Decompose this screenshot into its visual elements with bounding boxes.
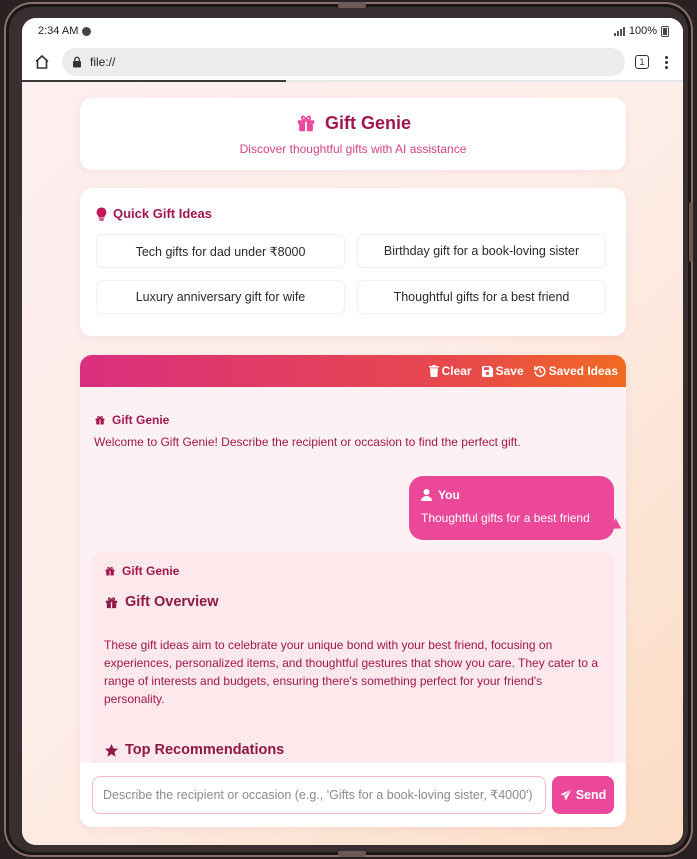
chat-panel: Clear Save Saved Ideas Gift Genie Welcom…	[80, 355, 626, 827]
quick-idea-button[interactable]: Tech gifts for dad under ₹8000	[96, 234, 345, 268]
welcome-text: Welcome to Gift Genie! Describe the reci…	[94, 435, 521, 449]
quick-ideas-title: Quick Gift Ideas	[113, 206, 212, 221]
quick-ideas-grid: Tech gifts for dad under ₹8000 Birthday …	[96, 234, 610, 314]
clear-button[interactable]: Clear	[428, 364, 472, 378]
saved-ideas-button[interactable]: Saved Ideas	[533, 364, 618, 378]
lightbulb-icon	[96, 206, 107, 221]
user-icon	[421, 489, 432, 501]
signal-icon	[613, 26, 625, 36]
star-icon	[104, 743, 119, 757]
page-content: Gift Genie Discover thoughtful gifts wit…	[22, 82, 683, 845]
save-icon	[481, 365, 493, 377]
user-message: You Thoughtful gifts for a best friend	[409, 476, 614, 540]
tab-count-button[interactable]: 1	[635, 55, 649, 69]
bot-name: Gift Genie	[112, 413, 170, 427]
gift-icon	[95, 415, 105, 425]
status-bar: 2:34 AM 100%	[22, 18, 683, 44]
notification-icon	[82, 26, 92, 36]
quick-idea-button[interactable]: Luxury anniversary gift for wife	[96, 280, 345, 314]
chat-input[interactable]	[92, 776, 546, 814]
screen: 2:34 AM 100% file:// 1 Gift Genie Discov…	[22, 18, 683, 845]
chat-messages[interactable]: Gift Genie Welcome to Gift Genie! Descri…	[80, 387, 626, 763]
home-icon[interactable]	[32, 52, 52, 72]
save-button[interactable]: Save	[481, 364, 524, 378]
bot-name: Gift Genie	[122, 564, 180, 578]
trash-icon	[428, 365, 439, 377]
chat-composer: Send	[80, 763, 626, 827]
chat-toolbar: Clear Save Saved Ideas	[80, 355, 626, 387]
bot-message: Gift Genie Welcome to Gift Genie! Descri…	[94, 413, 521, 451]
history-icon	[533, 365, 546, 377]
lock-icon	[73, 56, 81, 68]
bot-response: Gift Genie Gift Overview These gift idea…	[92, 552, 614, 763]
header-card: Gift Genie Discover thoughtful gifts wit…	[80, 98, 626, 170]
status-time: 2:34 AM	[38, 25, 79, 37]
user-message-text: Thoughtful gifts for a best friend	[421, 511, 590, 525]
gift-icon	[105, 566, 115, 576]
gift-icon	[297, 115, 315, 132]
page-title: Gift Genie	[324, 112, 411, 133]
gift-icon	[105, 596, 118, 608]
battery-percent: 100%	[628, 25, 657, 37]
side-button	[689, 202, 693, 262]
battery-icon	[661, 25, 669, 37]
more-menu-icon[interactable]	[659, 55, 673, 69]
address-bar[interactable]: file://	[62, 48, 625, 76]
overview-heading: Gift Overview	[125, 594, 219, 610]
paper-plane-icon	[560, 789, 572, 801]
page-subtitle: Discover thoughtful gifts with AI assist…	[239, 142, 467, 156]
user-name: You	[438, 488, 460, 502]
send-button[interactable]: Send	[552, 776, 614, 814]
recommendations-heading: Top Recommendations	[125, 742, 285, 758]
url-text: file://	[90, 55, 116, 69]
quick-idea-button[interactable]: Birthday gift for a book-loving sister	[357, 234, 606, 268]
browser-toolbar: file:// 1	[22, 44, 683, 80]
device-frame: 2:34 AM 100% file:// 1 Gift Genie Discov…	[4, 2, 693, 857]
quick-ideas-card: Quick Gift Ideas Tech gifts for dad unde…	[80, 188, 626, 336]
overview-text: These gift ideas aim to celebrate your u…	[104, 638, 599, 706]
quick-idea-button[interactable]: Thoughtful gifts for a best friend	[357, 280, 606, 314]
